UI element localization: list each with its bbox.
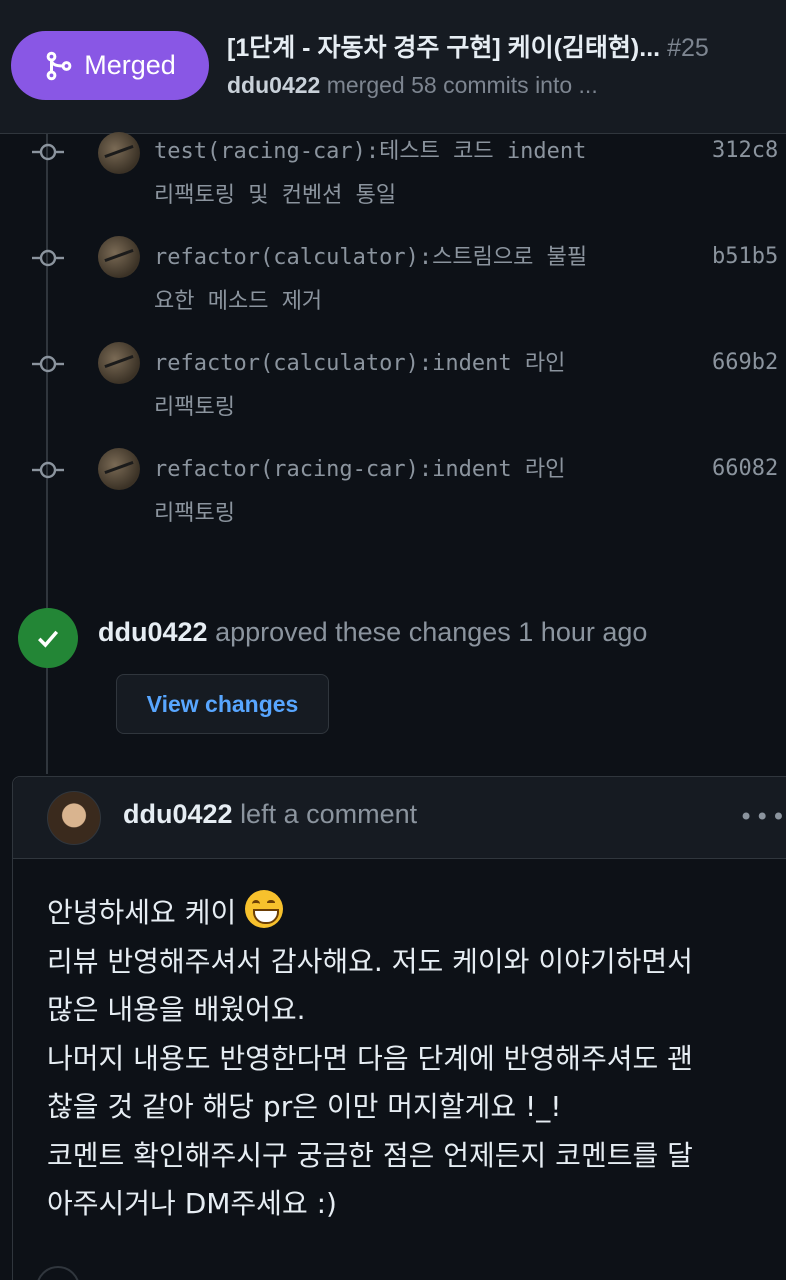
approver-name[interactable]: ddu0422: [98, 617, 208, 647]
comment-line: 리뷰 반영해주셔서 감사해요. 저도 케이와 이야기하면서: [47, 944, 693, 978]
merged-status-badge: Merged: [11, 31, 209, 100]
pr-author[interactable]: ddu0422: [227, 72, 320, 98]
comment-header: ddu0422 left a comment •••: [13, 777, 786, 859]
commit-item[interactable]: refactor(calculator):스트림으로 불필 요한 메소드 제거 …: [0, 236, 786, 330]
commit-node-icon: [32, 143, 64, 161]
commit-sha[interactable]: b51b5: [712, 244, 786, 269]
commit-sha[interactable]: 66082: [712, 456, 786, 481]
commit-sha[interactable]: 669b2: [712, 350, 786, 375]
comment-card: ddu0422 left a comment ••• 안녕하세요 케이 리뷰 반…: [12, 776, 786, 1280]
commit-node-icon: [32, 249, 64, 267]
merged-label: Merged: [84, 50, 176, 80]
commit-node-icon: [32, 355, 64, 373]
avatar: [98, 132, 140, 174]
grinning-face-emoji-icon: [245, 890, 284, 928]
more-options-icon[interactable]: •••: [739, 803, 785, 833]
pr-header: Merged [1단계 - 자동차 경주 구현] 케이(김태현)... #25 …: [0, 0, 786, 134]
pr-title-text: [1단계 - 자동차 경주 구현] 케이(김태현)...: [227, 34, 661, 62]
pr-merge-summary: ddu0422 merged 58 commits into ...: [227, 72, 786, 99]
commit-message[interactable]: refactor(calculator):indent 라인 리팩토링: [154, 342, 674, 430]
pr-title[interactable]: [1단계 - 자동차 경주 구현] 케이(김태현)... #25: [227, 28, 786, 68]
commit-item[interactable]: refactor(racing-car):indent 라인 리팩토링 6608…: [0, 448, 786, 542]
comment-line: 찮을 것 같아 해당 pr은 이만 머지할게요 !_!: [47, 1090, 562, 1123]
merge-text: merged 58 commits into ...: [326, 72, 598, 98]
view-changes-button[interactable]: View changes: [116, 674, 329, 734]
comment-line: 아주시거나 DM주세요 :): [47, 1187, 337, 1220]
commit-message[interactable]: refactor(calculator):스트림으로 불필 요한 메소드 제거: [154, 236, 674, 324]
avatar: [98, 448, 140, 490]
avatar[interactable]: [47, 791, 101, 845]
commit-item[interactable]: refactor(calculator):indent 라인 리팩토링 669b…: [0, 342, 786, 436]
commit-item[interactable]: test(racing-car):테스트 코드 indent 리팩토링 및 컨벤…: [0, 132, 786, 224]
pr-number: #25: [667, 34, 709, 62]
comment-author-line: ddu0422 left a comment: [123, 799, 417, 830]
comment-line: 나머지 내용도 반영한다면 다음 단계에 반영해주셔도 괜: [47, 1041, 693, 1075]
comment-line: 안녕하세요 케이: [47, 889, 786, 938]
approved-check-icon: [18, 608, 78, 668]
comment-author[interactable]: ddu0422: [123, 799, 233, 829]
comment-line: 코멘트 확인해주시구 궁금한 점은 언제든지 코멘트를 달: [47, 1138, 693, 1172]
comment-action: left a comment: [240, 799, 418, 829]
approval-event: ddu0422 approved these changes 1 hour ag…: [98, 617, 647, 648]
commit-message[interactable]: refactor(racing-car):indent 라인 리팩토링: [154, 448, 674, 536]
commit-message[interactable]: test(racing-car):테스트 코드 indent 리팩토링 및 컨벤…: [154, 130, 674, 218]
approval-text: approved these changes 1 hour ago: [215, 617, 648, 647]
comment-body: 안녕하세요 케이 리뷰 반영해주셔서 감사해요. 저도 케이와 이야기하면서 많…: [47, 889, 786, 1229]
avatar: [98, 236, 140, 278]
avatar: [98, 342, 140, 384]
commit-node-icon: [32, 461, 64, 479]
comment-line: 많은 내용을 배웠어요.: [47, 993, 306, 1026]
commit-sha[interactable]: 312c8: [712, 138, 786, 163]
git-merge-icon: [46, 51, 72, 80]
